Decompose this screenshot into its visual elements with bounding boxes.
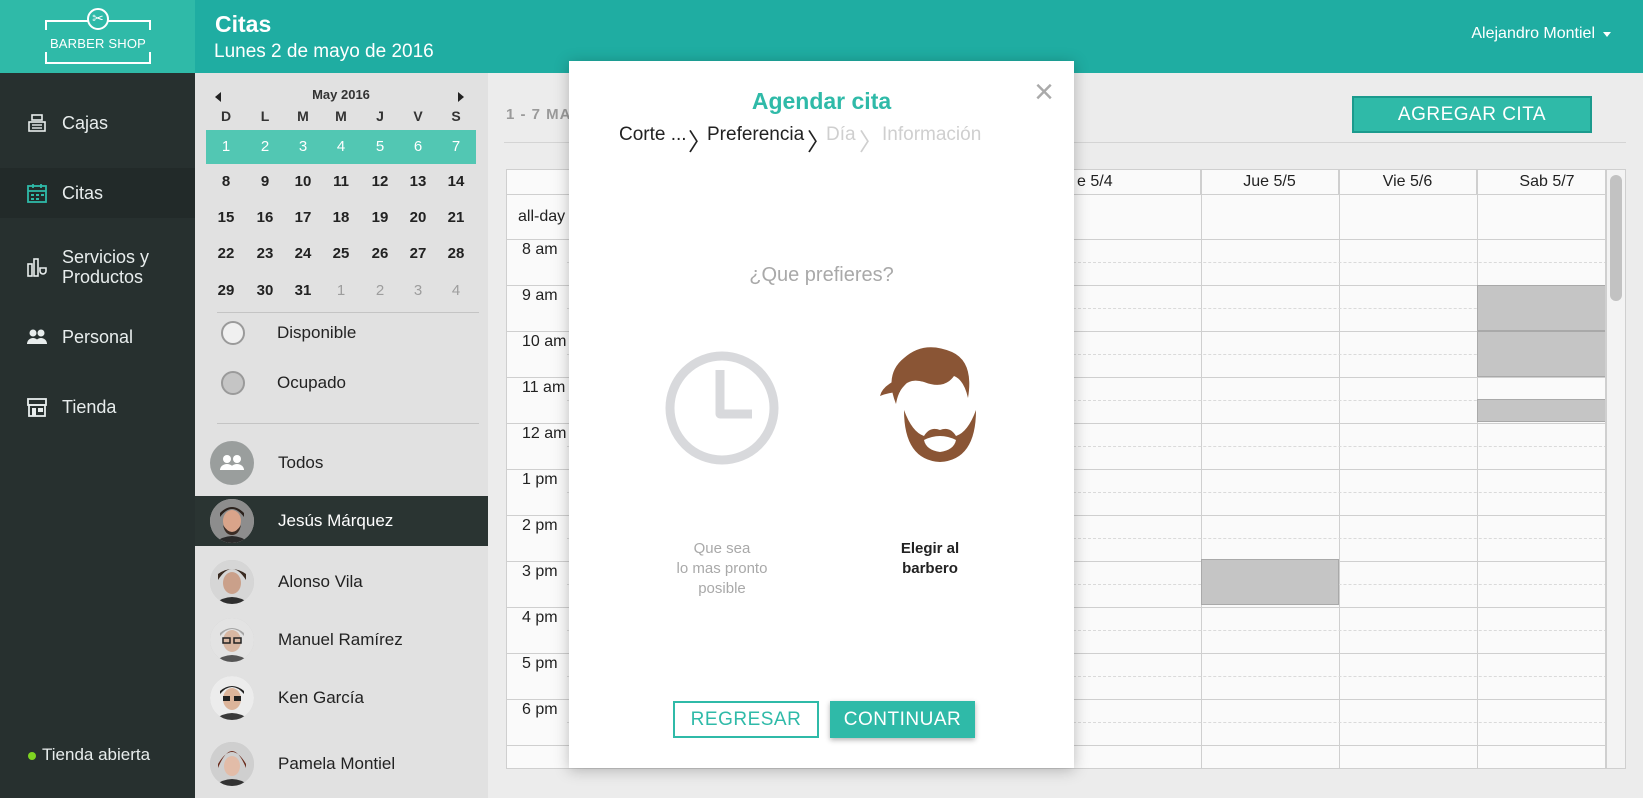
modal-title: Agendar cita — [751, 88, 892, 114]
barber-face-icon — [880, 347, 976, 462]
option-soonest[interactable]: Que sea lo mas pronto posible — [652, 348, 792, 598]
step-preferencia[interactable]: Preferencia — [707, 124, 804, 146]
option-soonest-label: Que sea lo mas pronto posible — [676, 540, 768, 597]
modal-question: ¿Que prefieres? — [749, 264, 894, 286]
step-informacion: Información — [882, 124, 982, 145]
clock-icon — [665, 351, 779, 465]
step-corte[interactable]: Corte ... — [619, 124, 687, 146]
option-choose-barber-label: Elegir al barbero — [900, 540, 960, 577]
step-dia: Día — [826, 124, 856, 145]
schedule-appointment-modal: × Agendar cita Corte ... 〉 Preferencia 〉… — [569, 61, 1074, 768]
option-choose-barber[interactable]: Elegir al barbero — [860, 347, 1000, 598]
step-separator-icon: 〉 — [859, 129, 883, 156]
continue-button[interactable]: CONTINUAR — [830, 701, 975, 738]
back-button[interactable]: REGRESAR — [673, 701, 819, 738]
wizard-steps: Corte ... 〉 Preferencia 〉 Día 〉 Informac… — [619, 124, 1039, 156]
